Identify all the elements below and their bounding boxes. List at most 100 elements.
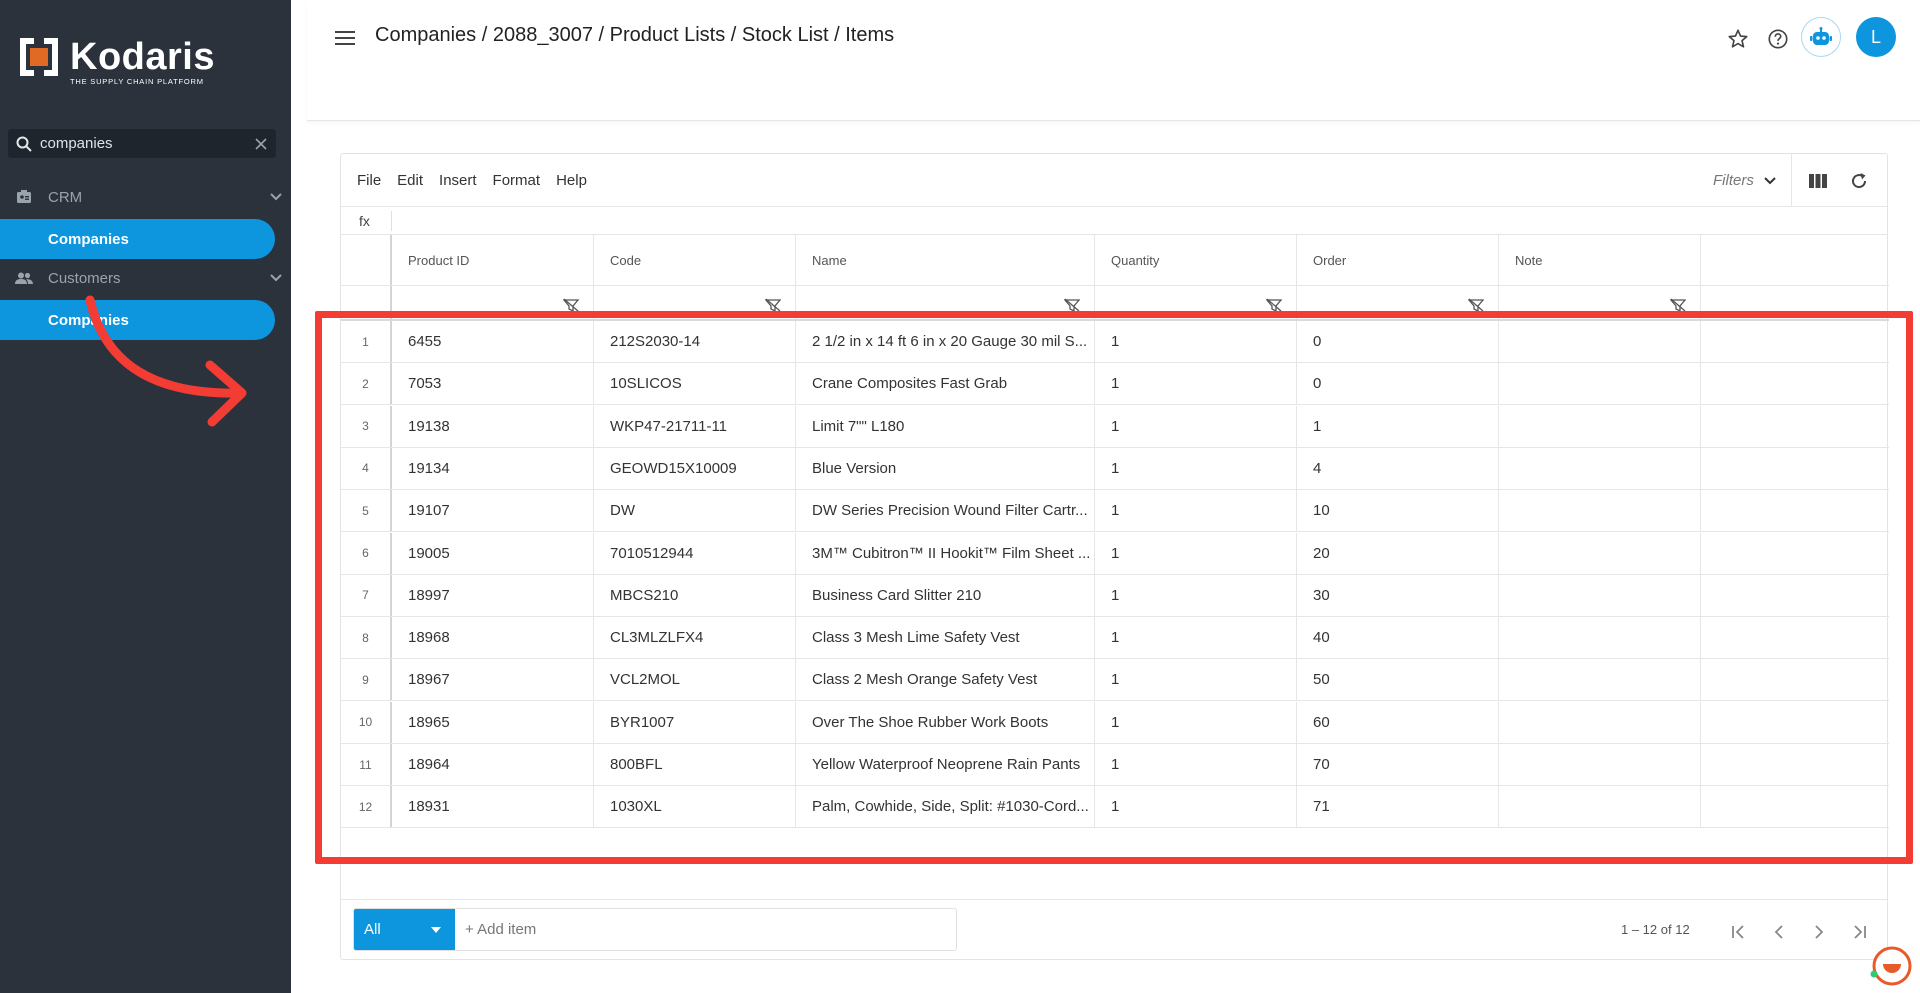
table-row[interactable]: 3 19138 WKP47-21711-11 Limit 7"" L180 1 1 [341, 405, 1889, 448]
row-number[interactable]: 5 [341, 490, 392, 532]
menu-insert[interactable]: Insert [439, 172, 477, 189]
last-page-icon[interactable] [1846, 919, 1872, 945]
cell-product-id[interactable]: 18931 [392, 786, 594, 828]
cell-code[interactable]: MBCS210 [594, 574, 796, 616]
cell-order[interactable]: 50 [1297, 659, 1499, 701]
filter-cell-name[interactable] [796, 286, 1095, 319]
column-header-product-id[interactable]: Product ID [392, 235, 594, 285]
cell-note[interactable] [1499, 490, 1701, 532]
formula-bar[interactable]: fx [341, 207, 1887, 235]
cell-product-id[interactable]: 19134 [392, 447, 594, 489]
cell-product-id[interactable]: 19005 [392, 532, 594, 574]
menu-edit[interactable]: Edit [397, 172, 423, 189]
user-avatar[interactable]: L [1856, 17, 1896, 57]
cell-product-id[interactable]: 18965 [392, 701, 594, 743]
table-row[interactable]: 4 19134 GEOWD15X10009 Blue Version 1 4 [341, 447, 1889, 490]
cell-code[interactable]: WKP47-21711-11 [594, 405, 796, 447]
filter-off-icon[interactable] [562, 298, 580, 317]
cell-order[interactable]: 40 [1297, 617, 1499, 659]
cell-order[interactable]: 20 [1297, 532, 1499, 574]
table-row[interactable]: 6 19005 7010512944 3M™ Cubitron™ II Hookit™… [341, 532, 1889, 575]
filter-off-icon[interactable] [1265, 298, 1283, 317]
assistant-bot-button[interactable] [1801, 17, 1841, 57]
sidebar-search[interactable]: companies [8, 129, 276, 158]
cell-code[interactable]: DW [594, 490, 796, 532]
table-row[interactable]: 9 18967 VCL2MOL Class 2 Mesh Orange Safety … [341, 659, 1889, 702]
next-page-icon[interactable] [1806, 919, 1832, 945]
cell-product-id[interactable]: 18997 [392, 574, 594, 616]
refresh-icon[interactable] [1846, 168, 1872, 194]
cell-quantity[interactable]: 1 [1095, 659, 1297, 701]
cell-note[interactable] [1499, 532, 1701, 574]
add-item-input[interactable]: + Add item [455, 909, 956, 950]
cell-quantity[interactable]: 1 [1095, 744, 1297, 785]
filter-off-icon[interactable] [1063, 298, 1081, 317]
cell-quantity[interactable]: 1 [1095, 490, 1297, 532]
cell-note[interactable] [1499, 701, 1701, 743]
cell-note[interactable] [1499, 321, 1701, 362]
cell-quantity[interactable]: 1 [1095, 321, 1297, 362]
cell-order[interactable]: 71 [1297, 786, 1499, 828]
help-icon[interactable] [1763, 24, 1793, 54]
cell-name[interactable]: Over The Shoe Rubber Work Boots [796, 701, 1095, 743]
column-header-quantity[interactable]: Quantity [1095, 235, 1297, 285]
sidebar-group-customers[interactable]: Customers [0, 259, 291, 297]
cell-product-id[interactable]: 18968 [392, 617, 594, 659]
sidebar-item-companies-customers[interactable]: Companies [0, 300, 275, 340]
menu-format[interactable]: Format [493, 172, 541, 189]
cell-product-id[interactable]: 19138 [392, 405, 594, 447]
cell-code[interactable]: 7010512944 [594, 532, 796, 574]
row-number[interactable]: 2 [341, 363, 392, 405]
cell-name[interactable]: 3M™ Cubitron™ II Hookit™ Film Sheet ... [796, 532, 1095, 574]
row-number[interactable]: 4 [341, 447, 392, 489]
filter-off-icon[interactable] [764, 298, 782, 317]
row-number[interactable]: 3 [341, 405, 392, 447]
first-page-icon[interactable] [1726, 919, 1752, 945]
cell-note[interactable] [1499, 744, 1701, 785]
kodaris-logo[interactable]: Kodaris THE SUPPLY CHAIN PLATFORM [18, 36, 215, 86]
cell-note[interactable] [1499, 363, 1701, 405]
cell-note[interactable] [1499, 447, 1701, 489]
sidebar-item-companies-crm[interactable]: Companies [0, 219, 275, 259]
filter-cell-product-id[interactable] [392, 286, 594, 319]
row-number[interactable]: 1 [341, 321, 392, 362]
cell-name[interactable]: Class 2 Mesh Orange Safety Vest [796, 659, 1095, 701]
cell-order[interactable]: 0 [1297, 321, 1499, 362]
column-header-order[interactable]: Order [1297, 235, 1499, 285]
filter-cell-code[interactable] [594, 286, 796, 319]
cell-order[interactable]: 0 [1297, 363, 1499, 405]
cell-order[interactable]: 4 [1297, 447, 1499, 489]
cell-order[interactable]: 70 [1297, 744, 1499, 785]
cell-order[interactable]: 1 [1297, 405, 1499, 447]
cell-order[interactable]: 10 [1297, 490, 1499, 532]
cell-note[interactable] [1499, 659, 1701, 701]
cell-product-id[interactable]: 18964 [392, 744, 594, 785]
hamburger-menu-icon[interactable] [333, 26, 357, 50]
row-number[interactable]: 8 [341, 617, 392, 659]
column-header-code[interactable]: Code [594, 235, 796, 285]
cell-order[interactable]: 30 [1297, 574, 1499, 616]
cell-code[interactable]: 1030XL [594, 786, 796, 828]
table-row[interactable]: 10 18965 BYR1007 Over The Shoe Rubber Work … [341, 701, 1889, 744]
cell-product-id[interactable]: 19107 [392, 490, 594, 532]
cell-quantity[interactable]: 1 [1095, 617, 1297, 659]
cell-quantity[interactable]: 1 [1095, 532, 1297, 574]
filter-cell-note[interactable] [1499, 286, 1701, 319]
cell-name[interactable]: 2 1/2 in x 14 ft 6 in x 20 Gauge 30 mil … [796, 321, 1095, 362]
column-header-name[interactable]: Name [796, 235, 1095, 285]
cell-code[interactable]: VCL2MOL [594, 659, 796, 701]
cell-quantity[interactable]: 1 [1095, 447, 1297, 489]
row-number[interactable]: 11 [341, 744, 392, 785]
cell-name[interactable]: DW Series Precision Wound Filter Cartr..… [796, 490, 1095, 532]
cell-code[interactable]: CL3MLZLFX4 [594, 617, 796, 659]
table-row[interactable]: 2 7053 10SLICOS Crane Composites Fast Grab 1… [341, 363, 1889, 406]
table-row[interactable]: 1 6455 212S2030-14 2 1/2 in x 14 ft 6 in x … [341, 321, 1889, 363]
row-number[interactable]: 9 [341, 659, 392, 701]
cell-note[interactable] [1499, 786, 1701, 828]
cell-quantity[interactable]: 1 [1095, 363, 1297, 405]
cell-name[interactable]: Crane Composites Fast Grab [796, 363, 1095, 405]
clear-search-icon[interactable] [246, 137, 276, 151]
cell-note[interactable] [1499, 617, 1701, 659]
cell-order[interactable]: 60 [1297, 701, 1499, 743]
cell-code[interactable]: 10SLICOS [594, 363, 796, 405]
